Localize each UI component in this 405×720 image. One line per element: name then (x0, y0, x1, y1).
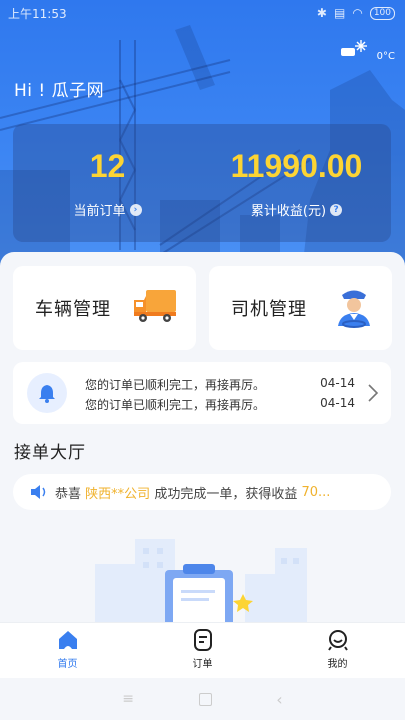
bell-icon (39, 385, 55, 403)
profile-icon (327, 630, 348, 651)
driver-icon (338, 290, 370, 328)
ticker-company: 陕西**公司 (85, 486, 151, 502)
notice-date: 04-14 (320, 396, 355, 410)
back-icon[interactable]: ‹ (276, 690, 282, 709)
status-bar: 上午11:53 ✱ ▤ ◠ 100 (0, 0, 405, 26)
stats-panel: 12 当前订单 › 11990.00 累计收益(元) ? (13, 124, 391, 242)
tab-profile[interactable]: 我的 (270, 623, 405, 678)
help-icon[interactable]: ? (330, 203, 343, 216)
notification-card[interactable]: 您的订单已顺利完工，再接再厉。 04-14 您的订单已顺利完工，再接再厉。 04… (13, 362, 391, 424)
tab-orders-label: 订单 (192, 659, 213, 670)
vehicle-management-label: 车辆管理 (35, 299, 111, 320)
ticker-amount: 70... (301, 484, 331, 500)
order-hall-title: 接单大厅 (14, 443, 86, 463)
weather-widget: 0°C (335, 36, 395, 66)
battery-icon: 100 (369, 6, 395, 20)
tab-home[interactable]: 首页 (0, 623, 135, 678)
notice-text: 您的订单已顺利完工，再接再厉。 (85, 398, 266, 412)
notice-item: 您的订单已顺利完工，再接再厉。 04-14 (85, 376, 355, 393)
truck-icon (134, 290, 176, 322)
ticker-middle: 成功完成一单，获得收益 (154, 486, 298, 502)
announcement-ticker[interactable]: 恭喜 陕西**公司 成功完成一单，获得收益 70... (13, 474, 391, 510)
notice-date: 04-14 (320, 376, 355, 390)
tab-orders[interactable]: 订单 (135, 623, 270, 678)
main-content: 车辆管理 司机管理 您的订单已顺利完工，再接再厉。 04-14 您的订单已顺利完… (0, 252, 405, 634)
speaker-icon (31, 485, 46, 499)
ticker-prefix: 恭喜 (55, 486, 82, 502)
greeting-text: Hi ! 瓜子网 (14, 81, 105, 101)
total-earnings-label: 累计收益(元) (250, 204, 327, 219)
chevron-right-icon[interactable]: › (129, 203, 142, 216)
current-orders-label: 当前订单 (73, 204, 126, 219)
tab-profile-label: 我的 (327, 659, 348, 670)
total-earnings-stat[interactable]: 11990.00 累计收益(元) ? (202, 124, 391, 242)
notice-item: 您的订单已顺利完工，再接再厉。 04-14 (85, 396, 355, 413)
driver-management-label: 司机管理 (231, 299, 307, 320)
temperature: 0°C (376, 51, 395, 62)
menu-icon[interactable]: ≡ (122, 691, 134, 707)
signal-icon: ▤ (333, 6, 346, 20)
home-square-icon[interactable] (198, 692, 212, 706)
current-orders-value: 12 (89, 148, 126, 184)
total-earnings-value: 11990.00 (230, 148, 363, 184)
bluetooth-icon: ✱ (316, 6, 327, 20)
driver-management-card[interactable]: 司机管理 (209, 266, 392, 350)
current-orders-stat[interactable]: 12 当前订单 › (13, 124, 202, 242)
tab-home-label: 首页 (57, 659, 78, 670)
hero-banner: 上午11:53 ✱ ▤ ◠ 100 0°C Hi ! 瓜子网 12 当前订单 › (0, 0, 405, 290)
status-time: 上午11:53 (8, 6, 67, 21)
empty-state-illustration (95, 539, 307, 634)
notice-text: 您的订单已顺利完工，再接再厉。 (85, 378, 266, 392)
system-navigation-bar: ≡ ‹ (0, 678, 405, 720)
order-icon (193, 629, 212, 651)
home-icon (58, 631, 77, 649)
vehicle-management-card[interactable]: 车辆管理 (13, 266, 196, 350)
chevron-right-icon[interactable] (367, 383, 379, 403)
wifi-icon: ◠ (352, 6, 363, 20)
bottom-tab-bar: 首页 订单 我的 (0, 622, 405, 678)
weather-snow-icon (341, 40, 367, 56)
